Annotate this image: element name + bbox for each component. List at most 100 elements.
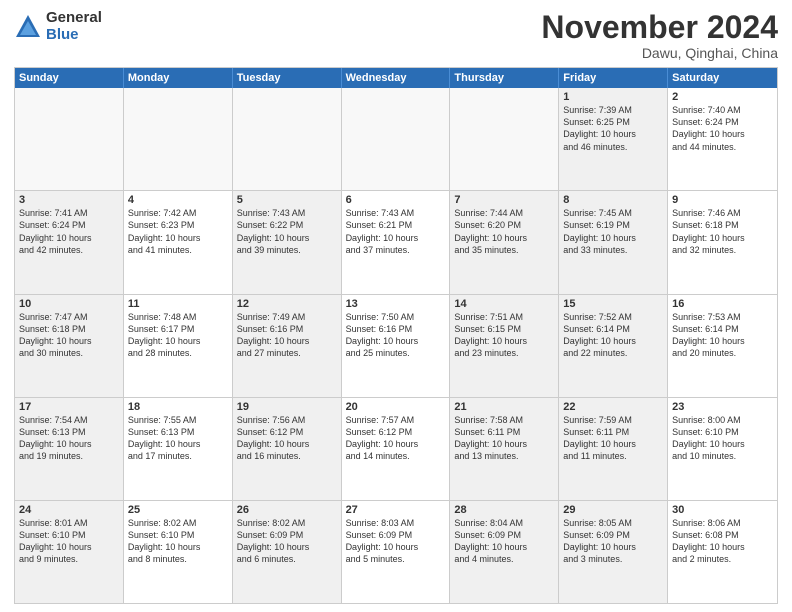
day-info: Sunrise: 7:48 AM Sunset: 6:17 PM Dayligh… (128, 311, 228, 360)
weekday-header: Wednesday (342, 68, 451, 88)
day-number: 4 (128, 194, 228, 206)
day-info: Sunrise: 7:47 AM Sunset: 6:18 PM Dayligh… (19, 311, 119, 360)
calendar-cell: 18Sunrise: 7:55 AM Sunset: 6:13 PM Dayli… (124, 398, 233, 500)
calendar-cell: 20Sunrise: 7:57 AM Sunset: 6:12 PM Dayli… (342, 398, 451, 500)
calendar-cell (124, 88, 233, 190)
logo-icon (14, 13, 42, 41)
day-info: Sunrise: 7:57 AM Sunset: 6:12 PM Dayligh… (346, 414, 446, 463)
calendar-header: SundayMondayTuesdayWednesdayThursdayFrid… (15, 68, 777, 88)
day-number: 12 (237, 298, 337, 310)
calendar-cell: 4Sunrise: 7:42 AM Sunset: 6:23 PM Daylig… (124, 191, 233, 293)
day-number: 15 (563, 298, 663, 310)
day-info: Sunrise: 7:42 AM Sunset: 6:23 PM Dayligh… (128, 207, 228, 256)
day-number: 27 (346, 504, 446, 516)
calendar-cell: 30Sunrise: 8:06 AM Sunset: 6:08 PM Dayli… (668, 501, 777, 603)
day-info: Sunrise: 8:02 AM Sunset: 6:09 PM Dayligh… (237, 517, 337, 566)
day-number: 13 (346, 298, 446, 310)
day-info: Sunrise: 7:50 AM Sunset: 6:16 PM Dayligh… (346, 311, 446, 360)
day-number: 5 (237, 194, 337, 206)
day-number: 8 (563, 194, 663, 206)
day-info: Sunrise: 7:55 AM Sunset: 6:13 PM Dayligh… (128, 414, 228, 463)
day-info: Sunrise: 7:49 AM Sunset: 6:16 PM Dayligh… (237, 311, 337, 360)
calendar-cell: 2Sunrise: 7:40 AM Sunset: 6:24 PM Daylig… (668, 88, 777, 190)
weekday-header: Sunday (15, 68, 124, 88)
logo: General Blue (14, 10, 102, 43)
calendar-cell: 14Sunrise: 7:51 AM Sunset: 6:15 PM Dayli… (450, 295, 559, 397)
calendar-cell: 19Sunrise: 7:56 AM Sunset: 6:12 PM Dayli… (233, 398, 342, 500)
day-number: 30 (672, 504, 773, 516)
day-number: 26 (237, 504, 337, 516)
day-number: 28 (454, 504, 554, 516)
day-number: 24 (19, 504, 119, 516)
calendar-row: 1Sunrise: 7:39 AM Sunset: 6:25 PM Daylig… (15, 88, 777, 191)
calendar-cell: 7Sunrise: 7:44 AM Sunset: 6:20 PM Daylig… (450, 191, 559, 293)
day-info: Sunrise: 8:00 AM Sunset: 6:10 PM Dayligh… (672, 414, 773, 463)
calendar-cell: 21Sunrise: 7:58 AM Sunset: 6:11 PM Dayli… (450, 398, 559, 500)
calendar-cell (233, 88, 342, 190)
calendar: SundayMondayTuesdayWednesdayThursdayFrid… (14, 67, 778, 604)
weekday-header: Tuesday (233, 68, 342, 88)
day-number: 22 (563, 401, 663, 413)
day-number: 11 (128, 298, 228, 310)
calendar-cell: 12Sunrise: 7:49 AM Sunset: 6:16 PM Dayli… (233, 295, 342, 397)
day-info: Sunrise: 7:45 AM Sunset: 6:19 PM Dayligh… (563, 207, 663, 256)
calendar-cell: 26Sunrise: 8:02 AM Sunset: 6:09 PM Dayli… (233, 501, 342, 603)
calendar-cell (15, 88, 124, 190)
weekday-header: Thursday (450, 68, 559, 88)
day-info: Sunrise: 7:56 AM Sunset: 6:12 PM Dayligh… (237, 414, 337, 463)
calendar-row: 3Sunrise: 7:41 AM Sunset: 6:24 PM Daylig… (15, 191, 777, 294)
day-info: Sunrise: 7:53 AM Sunset: 6:14 PM Dayligh… (672, 311, 773, 360)
weekday-header: Friday (559, 68, 668, 88)
calendar-cell: 13Sunrise: 7:50 AM Sunset: 6:16 PM Dayli… (342, 295, 451, 397)
day-number: 17 (19, 401, 119, 413)
calendar-cell: 24Sunrise: 8:01 AM Sunset: 6:10 PM Dayli… (15, 501, 124, 603)
calendar-cell: 8Sunrise: 7:45 AM Sunset: 6:19 PM Daylig… (559, 191, 668, 293)
day-info: Sunrise: 8:02 AM Sunset: 6:10 PM Dayligh… (128, 517, 228, 566)
day-number: 10 (19, 298, 119, 310)
day-info: Sunrise: 7:59 AM Sunset: 6:11 PM Dayligh… (563, 414, 663, 463)
calendar-cell: 5Sunrise: 7:43 AM Sunset: 6:22 PM Daylig… (233, 191, 342, 293)
title-location: Dawu, Qinghai, China (541, 45, 778, 61)
title-month: November 2024 (541, 10, 778, 45)
calendar-cell: 23Sunrise: 8:00 AM Sunset: 6:10 PM Dayli… (668, 398, 777, 500)
day-info: Sunrise: 8:03 AM Sunset: 6:09 PM Dayligh… (346, 517, 446, 566)
day-info: Sunrise: 7:41 AM Sunset: 6:24 PM Dayligh… (19, 207, 119, 256)
logo-text: General Blue (46, 10, 102, 43)
calendar-row: 17Sunrise: 7:54 AM Sunset: 6:13 PM Dayli… (15, 398, 777, 501)
calendar-cell: 16Sunrise: 7:53 AM Sunset: 6:14 PM Dayli… (668, 295, 777, 397)
day-info: Sunrise: 7:51 AM Sunset: 6:15 PM Dayligh… (454, 311, 554, 360)
day-info: Sunrise: 8:06 AM Sunset: 6:08 PM Dayligh… (672, 517, 773, 566)
day-info: Sunrise: 7:39 AM Sunset: 6:25 PM Dayligh… (563, 104, 663, 153)
calendar-cell (342, 88, 451, 190)
day-info: Sunrise: 7:43 AM Sunset: 6:22 PM Dayligh… (237, 207, 337, 256)
day-info: Sunrise: 8:01 AM Sunset: 6:10 PM Dayligh… (19, 517, 119, 566)
day-number: 9 (672, 194, 773, 206)
day-number: 18 (128, 401, 228, 413)
day-number: 29 (563, 504, 663, 516)
day-number: 19 (237, 401, 337, 413)
day-number: 6 (346, 194, 446, 206)
day-number: 25 (128, 504, 228, 516)
calendar-cell: 27Sunrise: 8:03 AM Sunset: 6:09 PM Dayli… (342, 501, 451, 603)
calendar-cell: 1Sunrise: 7:39 AM Sunset: 6:25 PM Daylig… (559, 88, 668, 190)
day-number: 3 (19, 194, 119, 206)
calendar-cell: 17Sunrise: 7:54 AM Sunset: 6:13 PM Dayli… (15, 398, 124, 500)
calendar-cell: 29Sunrise: 8:05 AM Sunset: 6:09 PM Dayli… (559, 501, 668, 603)
calendar-row: 24Sunrise: 8:01 AM Sunset: 6:10 PM Dayli… (15, 501, 777, 603)
day-number: 14 (454, 298, 554, 310)
calendar-cell: 15Sunrise: 7:52 AM Sunset: 6:14 PM Dayli… (559, 295, 668, 397)
day-info: Sunrise: 8:04 AM Sunset: 6:09 PM Dayligh… (454, 517, 554, 566)
day-info: Sunrise: 7:46 AM Sunset: 6:18 PM Dayligh… (672, 207, 773, 256)
calendar-body: 1Sunrise: 7:39 AM Sunset: 6:25 PM Daylig… (15, 88, 777, 603)
day-number: 7 (454, 194, 554, 206)
day-number: 16 (672, 298, 773, 310)
day-info: Sunrise: 7:40 AM Sunset: 6:24 PM Dayligh… (672, 104, 773, 153)
calendar-cell: 3Sunrise: 7:41 AM Sunset: 6:24 PM Daylig… (15, 191, 124, 293)
day-number: 20 (346, 401, 446, 413)
calendar-cell: 6Sunrise: 7:43 AM Sunset: 6:21 PM Daylig… (342, 191, 451, 293)
calendar-cell: 11Sunrise: 7:48 AM Sunset: 6:17 PM Dayli… (124, 295, 233, 397)
day-info: Sunrise: 8:05 AM Sunset: 6:09 PM Dayligh… (563, 517, 663, 566)
logo-blue: Blue (46, 27, 102, 44)
page: General Blue November 2024 Dawu, Qinghai… (0, 0, 792, 612)
day-number: 23 (672, 401, 773, 413)
